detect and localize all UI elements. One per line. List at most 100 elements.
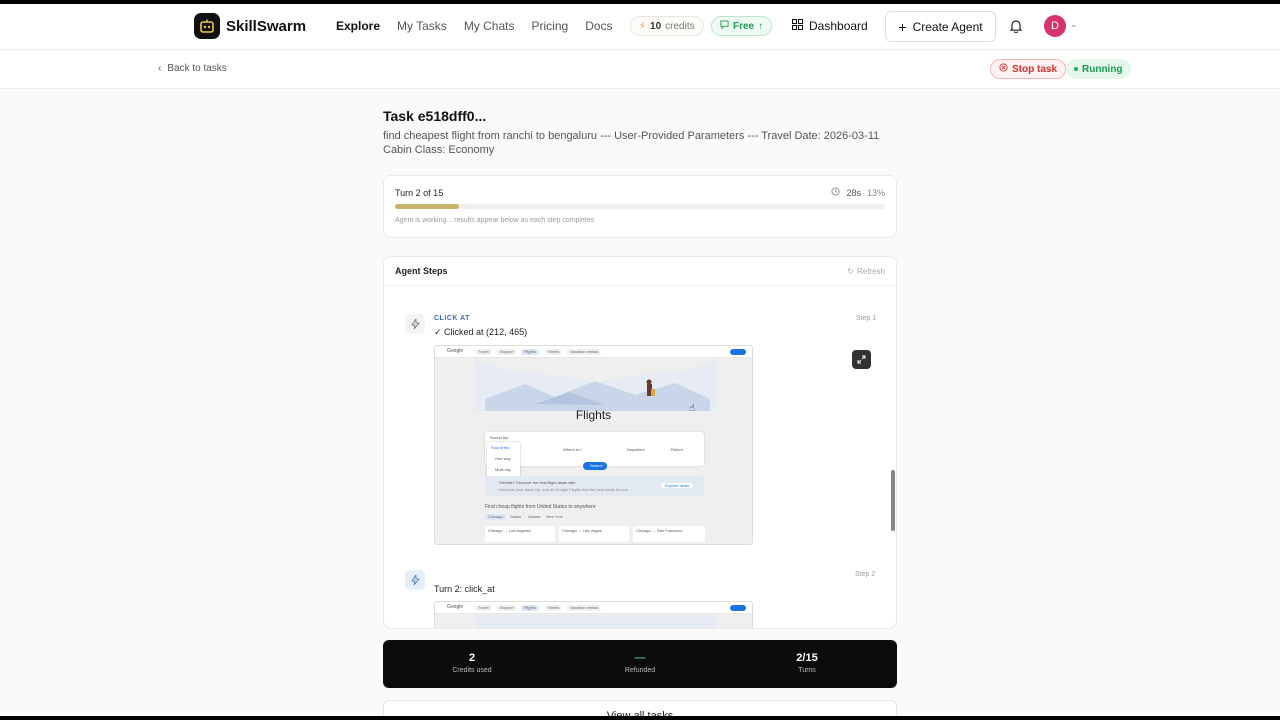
shot-explore-button: Explore deals <box>661 483 694 488</box>
stat-value: 2 <box>468 652 476 664</box>
lightning-icon: ⚡ <box>639 20 647 32</box>
turn-label: Turn 2 of 15 <box>395 188 444 198</box>
stat-label: Turns <box>798 667 816 674</box>
flights-illustration <box>475 359 715 411</box>
shot-topbar: Google Travel Explore Flights Hotels Vac… <box>435 346 752 358</box>
status-label: Running <box>1082 63 1123 75</box>
shot-tab: Flights <box>521 349 539 355</box>
step-screenshot[interactable]: Google Travel Explore Flights Hotels Vac… <box>434 601 753 628</box>
stat-label: Credits used <box>452 667 492 674</box>
step-text: ✓ Clicked at (212, 465) <box>434 327 528 337</box>
shot-tab: Flights <box>521 605 539 611</box>
avatar[interactable]: D <box>1044 15 1066 37</box>
shot-tab: Explore <box>497 349 517 355</box>
plan-pill[interactable]: Free ↑ <box>711 16 773 36</box>
create-agent-button[interactable]: + Create Agent <box>885 11 996 42</box>
progress-percent: 13% <box>866 187 885 198</box>
shot-route-card: Chicago → Los Angeles <box>485 526 555 542</box>
stat-value: — <box>634 652 646 664</box>
nav-docs[interactable]: Docs <box>585 19 612 33</box>
shot-brand: Google <box>447 348 464 354</box>
shot-heading: Flights <box>575 408 612 422</box>
clock-icon <box>831 187 841 198</box>
shot-city-tab: Chicago <box>485 514 506 520</box>
task-description: find cheapest flight from ranchi to beng… <box>383 130 880 156</box>
refresh-label: Refresh <box>856 267 885 276</box>
page-title: Task e518dff0... <box>383 108 487 124</box>
refresh-icon: ↻ <box>847 267 854 276</box>
lightning-icon <box>405 314 425 334</box>
brand[interactable]: SkillSwarm <box>194 13 306 39</box>
dashboard-link[interactable]: Dashboard <box>792 19 868 33</box>
bell-icon[interactable] <box>1009 18 1023 38</box>
shot-tab: Vacation rentals <box>567 349 602 355</box>
lightning-icon <box>405 570 425 590</box>
shot-search-label: Search <box>590 463 603 468</box>
agent-steps-panel: Agent Steps ↻ Refresh CLICK AT ✓ Clicked… <box>383 256 897 629</box>
step-number: Step 2 <box>855 571 876 578</box>
shot-trip-option: Round trip <box>491 445 510 450</box>
shot-tab: Explore <box>497 605 517 611</box>
shot-route: Chicago → Las Vegas <box>562 528 602 533</box>
agent-steps-header: Agent Steps ↻ Refresh <box>384 257 896 286</box>
agent-steps-list[interactable]: CLICK AT ✓ Clicked at (212, 465) Step 1 … <box>384 287 896 628</box>
agent-steps-title: Agent Steps <box>395 266 448 276</box>
shot-topbar: Google Travel Explore Flights Hotels Vac… <box>435 602 752 614</box>
refresh-button[interactable]: ↻ Refresh <box>847 267 885 276</box>
shot-route-card: Chicago → Las Vegas <box>559 526 629 542</box>
credits-value: 10 <box>650 20 662 32</box>
shot-illustration <box>475 615 715 628</box>
nav-my-chats[interactable]: My Chats <box>464 19 515 33</box>
step-action: CLICK AT <box>434 315 470 322</box>
credits-pill[interactable]: ⚡ 10 credits <box>630 16 704 36</box>
shot-where-to: Where to? <box>563 447 582 452</box>
nav-explore[interactable]: Explore <box>336 19 380 33</box>
arrow-up-icon: ↑ <box>758 20 764 32</box>
plus-icon: + <box>898 18 907 35</box>
nav-pricing[interactable]: Pricing <box>532 19 569 33</box>
expand-icon[interactable] <box>852 350 871 369</box>
stat-refunded: — Refunded <box>580 652 700 674</box>
shot-city-tab: Atlanta <box>525 514 544 520</box>
shot-departure: Departure <box>627 447 645 452</box>
shot-signin <box>730 605 746 611</box>
shot-tab: Travel <box>475 349 492 355</box>
stat-credits-used: 2 Credits used <box>412 652 532 674</box>
chevron-down-icon[interactable]: ⌄ <box>1070 19 1078 30</box>
nav-my-tasks[interactable]: My Tasks <box>397 19 447 33</box>
grid-icon <box>792 19 803 33</box>
step-screenshot[interactable]: Google Travel Explore Flights Hotels Vac… <box>434 345 753 545</box>
shot-route-card: Chicago → San Francisco <box>633 526 705 542</box>
shot-cheap-heading: Find cheap flights from United States to… <box>485 504 596 510</box>
shot-trip-type: Round trip <box>490 435 509 440</box>
shot-info-box: Flexible? Discover the best flight deals… <box>485 476 704 496</box>
stat-value: 2/15 <box>796 652 818 664</box>
task-subbar: ‹ Back to tasks Stop task Running <box>0 50 1280 89</box>
shot-info-text: Flexible? Discover the best flight deals… <box>499 480 576 485</box>
stop-icon <box>999 63 1008 75</box>
plan-label: Free <box>733 20 755 32</box>
stat-turns: 2/15 Turns <box>747 652 867 674</box>
shot-city-tab: New York <box>543 514 566 520</box>
stop-task-button[interactable]: Stop task <box>990 59 1067 79</box>
stop-label: Stop task <box>1012 63 1058 75</box>
progress-bar <box>395 204 885 209</box>
brand-name: SkillSwarm <box>226 17 307 35</box>
step-number: Step 1 <box>856 315 877 322</box>
scrollbar[interactable] <box>891 470 895 531</box>
shot-tab: Hotels <box>545 349 563 355</box>
shot-brand: Google <box>447 604 464 610</box>
chevron-left-icon: ‹ <box>158 63 162 74</box>
app-header: SkillSwarm Explore My Tasks My Chats Pri… <box>0 4 1280 50</box>
create-agent-label: Create Agent <box>912 19 983 34</box>
back-label: Back to tasks <box>167 63 227 74</box>
main-nav: Explore My Tasks My Chats Pricing Docs <box>336 19 613 33</box>
status-dot-icon <box>1074 67 1078 71</box>
back-to-tasks-link[interactable]: ‹ Back to tasks <box>158 63 227 74</box>
shot-return: Return <box>671 447 684 452</box>
shot-info-sub: Describe your ideal trip, and let Google… <box>499 487 628 492</box>
status-badge: Running <box>1066 59 1131 79</box>
elapsed-time: 28s <box>846 187 861 198</box>
shot-tab: Vacation rentals <box>567 605 602 611</box>
progress-fill <box>395 204 459 209</box>
